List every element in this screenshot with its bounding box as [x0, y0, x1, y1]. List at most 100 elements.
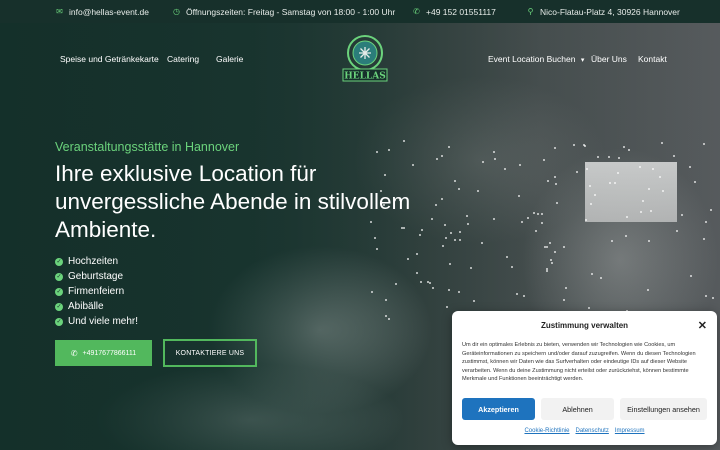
sparkle-dot — [563, 245, 566, 248]
sparkle-dot — [375, 150, 378, 153]
sparkle-dot — [448, 288, 451, 291]
topbar-email[interactable]: ✉ info@hellas-event.de — [55, 7, 149, 17]
sparkle-dot — [395, 282, 398, 285]
hellas-logo[interactable]: HELLAS — [335, 33, 395, 85]
sparkle-dot — [457, 290, 460, 293]
sparkle-dot — [553, 176, 556, 179]
call-button-label: +4917677866111 — [82, 349, 137, 357]
sparkle-dot — [493, 217, 496, 220]
sparkle-dot — [576, 170, 579, 173]
topbar-phone-text[interactable]: +49 152 01551117 — [426, 7, 496, 17]
sparkle-dot — [453, 239, 456, 242]
map-pin-icon: ⚲ — [527, 7, 534, 16]
sparkle-dot — [658, 176, 661, 179]
sparkle-dot — [545, 246, 548, 249]
sparkle-dot — [493, 157, 496, 160]
nav-contact-link[interactable]: Kontakt — [638, 54, 667, 64]
check-circle-icon: ✓ — [55, 287, 63, 296]
sparkle-dot — [625, 215, 628, 218]
sparkle-dot — [440, 197, 443, 200]
sparkle-dot — [709, 208, 712, 211]
cookie-policy-link[interactable]: Cookie-Richtlinie — [524, 428, 569, 434]
cookie-consent-dialog: Zustimmung verwalten ✕ Um dir ein optima… — [452, 311, 717, 445]
sparkle-dot — [445, 306, 448, 309]
sparkle-dot — [443, 224, 446, 227]
sparkle-dot — [465, 214, 468, 217]
topbar-hours: ◷ Öffnungszeiten: Freitag - Samstag von … — [172, 7, 395, 17]
nav-about-link[interactable]: Über Uns — [591, 54, 627, 64]
sparkle-dot — [537, 212, 540, 215]
feature-label: Geburtstage — [68, 271, 124, 282]
check-circle-icon: ✓ — [55, 257, 63, 266]
contact-button[interactable]: KONTAKTIERE UNS — [163, 339, 257, 367]
sparkle-dot — [588, 184, 591, 187]
feature-list: ✓ Hochzeiten ✓ Geburtstage ✓ Firmenfeiern ✓… — [55, 254, 138, 329]
phone-icon: ✆ — [413, 7, 420, 16]
sparkle-dot — [420, 280, 423, 283]
nav-booking-label[interactable]: Event Location Buchen — [488, 54, 575, 64]
feature-label: Hochzeiten — [68, 256, 119, 267]
sparkle-dot — [641, 200, 644, 203]
sparkle-dot — [609, 181, 612, 184]
topbar-email-text[interactable]: info@hellas-event.de — [69, 7, 149, 17]
check-circle-icon: ✓ — [55, 317, 63, 326]
sparkle-dot — [549, 259, 552, 262]
sparkle-dot — [540, 212, 543, 215]
nav-gallery-link[interactable]: Galerie — [216, 54, 243, 64]
sparkle-dot — [440, 154, 443, 157]
sparkle-dot — [515, 293, 518, 296]
logo-text: HELLAS — [344, 72, 386, 82]
sparkle-dot — [448, 145, 450, 148]
feature-label: Und viele mehr! — [68, 316, 139, 327]
sparkle-dot — [704, 220, 707, 223]
sparkle-dot — [415, 253, 418, 256]
cookie-dialog-text: Um dir ein optimales Erlebnis zu bieten,… — [462, 342, 696, 383]
feature-item: ✓ Abibälle — [55, 299, 138, 314]
sparkle-dot — [689, 275, 692, 278]
sparkle-dot — [388, 148, 391, 151]
topbar-address-text: Nico-Flatau-Platz 4, 30926 Hannover — [540, 6, 680, 17]
sparkle-dot — [651, 167, 654, 170]
sparkle-dot — [608, 155, 611, 158]
sparkle-dot — [611, 239, 614, 242]
sparkle-dot — [594, 193, 597, 196]
cookie-settings-button[interactable]: Einstellungen ansehen — [620, 398, 707, 420]
topbar-address: ⚲ Nico-Flatau-Platz 4, 30926 Hannover — [526, 7, 680, 17]
accept-cookies-button[interactable]: Akzeptieren — [462, 398, 535, 420]
chevron-down-icon: ▾ — [580, 57, 585, 64]
call-button[interactable]: ✆ +4917677866111 — [55, 340, 152, 366]
clock-icon: ◷ — [173, 7, 180, 16]
sparkle-dot — [458, 238, 461, 241]
sparkle-dot — [688, 166, 691, 169]
feature-item: ✓ Und viele mehr! — [55, 314, 138, 329]
logo-emblem-icon: HELLAS — [342, 35, 388, 82]
cookie-links: Cookie-Richtlinie Datenschutz Impressum — [452, 428, 717, 434]
mail-icon: ✉ — [56, 7, 63, 16]
imprint-link[interactable]: Impressum — [615, 428, 645, 434]
sparkle-dot — [482, 160, 485, 163]
deny-cookies-button[interactable]: Ablehnen — [541, 398, 614, 420]
sparkle-dot — [584, 218, 587, 221]
nav-catering-link[interactable]: Catering — [167, 54, 199, 64]
sparkle-dot — [458, 231, 461, 234]
top-info-bar: ✉ info@hellas-event.de ◷ Öffnungszeiten:… — [0, 0, 720, 23]
sparkle-dot — [517, 194, 520, 197]
sparkle-dot — [680, 214, 683, 217]
sparkle-dot — [661, 189, 664, 192]
sparkle-dot — [518, 163, 521, 166]
sparkle-dot — [457, 187, 460, 190]
sparkle-dot — [648, 239, 651, 242]
hero-eyebrow: Veranstaltungsstätte in Hannover — [55, 140, 240, 154]
topbar-phone[interactable]: ✆ +49 152 01551117 — [412, 7, 496, 17]
check-circle-icon: ✓ — [55, 302, 63, 311]
cookie-dialog-title: Zustimmung verwalten — [540, 321, 629, 330]
topbar-hours-text: Öffnungszeiten: Freitag - Samstag von 18… — [186, 6, 396, 17]
nav-menu-link[interactable]: Speise und Getränkekarte — [60, 54, 159, 64]
privacy-link[interactable]: Datenschutz — [576, 428, 609, 434]
sparkle-dot — [469, 266, 472, 269]
nav-booking-link[interactable]: Event Location Buchen ▾ — [488, 54, 584, 64]
sparkle-dot — [596, 155, 599, 158]
sparkle-dot — [555, 201, 558, 204]
contact-button-label: KONTAKTIERE UNS — [175, 349, 245, 357]
close-icon[interactable]: ✕ — [698, 319, 707, 332]
